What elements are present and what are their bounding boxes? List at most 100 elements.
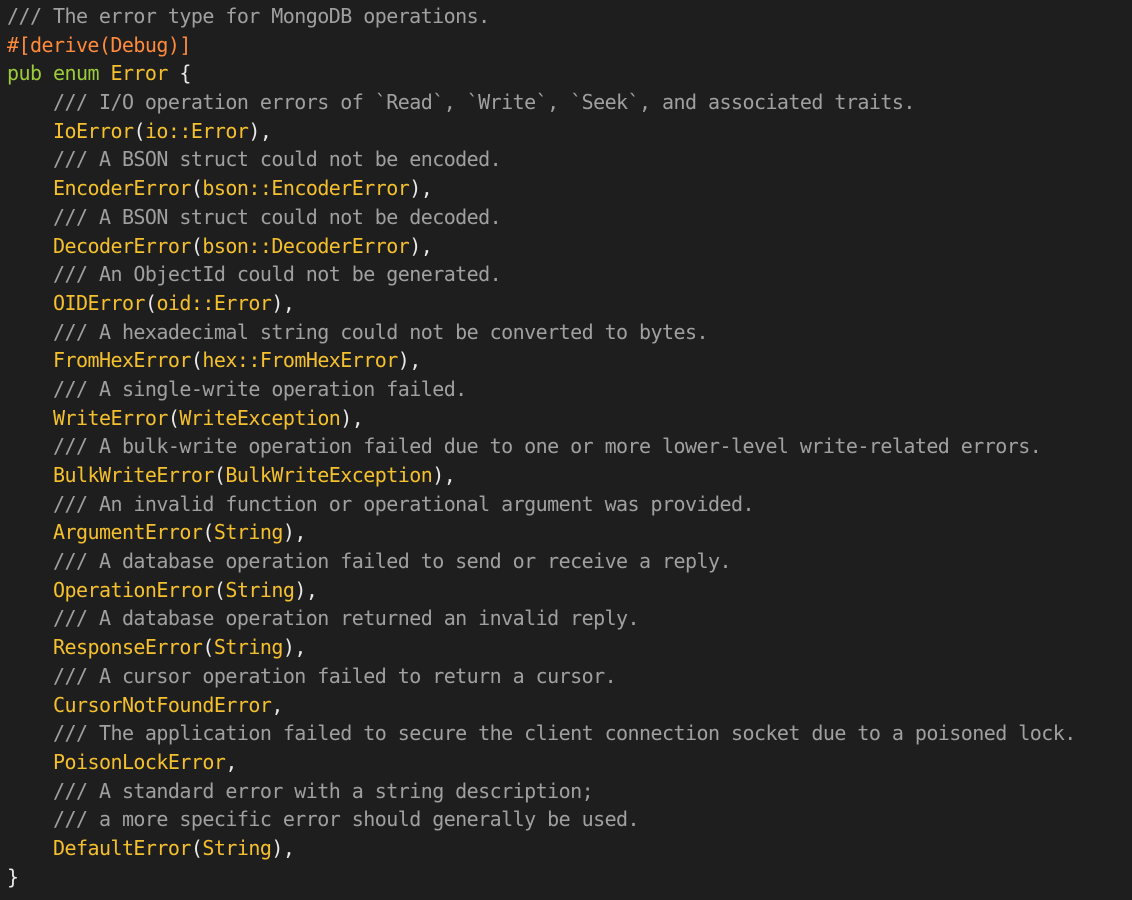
code-token-plain: ( [213,577,226,602]
code-line: ResponseError(String), [7,633,1132,662]
code-token-comment: /// A cursor operation failed to return … [53,663,617,688]
code-token-comment: /// A standard error with a string descr… [53,778,594,803]
code-token-type: FromHexError [53,348,191,373]
code-token-type: OIDError [53,290,145,315]
code-token-type: hex::FromHexError [202,348,398,373]
code-line: IoError(io::Error), [7,117,1132,146]
code-line: /// A standard error with a string descr… [7,777,1132,806]
code-line: /// An ObjectId could not be generated. [7,260,1132,289]
code-line: OIDError(oid::Error), [7,289,1132,318]
code-token-comment: /// The error type for MongoDB operation… [7,4,490,28]
code-token-type: bson::DecoderError [202,233,410,258]
code-token-plain: { [167,61,191,86]
code-token-plain: ( [190,233,203,258]
code-token-comment: /// A database operation failed to send … [53,549,732,574]
code-token-plain: ), [271,290,295,315]
code-token-plain: ( [213,463,226,487]
code-line: BulkWriteError(BulkWriteException), [7,461,1132,490]
code-token-type: oid::Error [156,290,272,315]
code-line: DecoderError(bson::DecoderError), [7,232,1132,261]
code-line: /// A database operation returned an inv… [7,604,1132,633]
code-token-comment: /// An invalid function or operational a… [53,491,755,516]
code-token-type: EncoderError [53,176,191,201]
code-token-comment: /// A hexadecimal string could not be co… [53,319,709,344]
code-token-plain: ( [202,635,214,660]
code-token-plain: ( [190,348,203,373]
code-line: /// A BSON struct could not be encoded. [7,145,1132,174]
code-token-plain: ), [409,233,433,258]
code-token-comment: /// A BSON struct could not be encoded. [53,147,502,172]
code-line: CursorNotFoundError, [7,691,1132,720]
code-token-type: String [225,577,295,602]
code-token-type: ArgumentError [53,520,203,545]
code-line: /// The application failed to secure the… [7,719,1132,748]
code-line: /// A hexadecimal string could not be co… [7,318,1132,347]
code-line: FromHexError(hex::FromHexError), [7,346,1132,375]
code-token-attr: #[derive(Debug)] [7,32,191,57]
code-line: } [7,863,1132,892]
code-token-plain: ( [190,176,203,201]
code-token-type: DefaultError [53,835,191,860]
code-token-comment: /// A BSON struct could not be decoded. [53,204,502,229]
code-token-type: IoError [53,118,134,143]
code-token-type: BulkWriteException [225,463,433,487]
code-token-plain: ), [294,577,318,602]
code-token-plain: ( [167,405,180,430]
code-token-type: BulkWriteError [53,463,214,487]
code-line: ArgumentError(String), [7,518,1132,547]
code-line: DefaultError(String), [7,834,1132,863]
code-token-plain: ( [202,520,214,545]
code-token-type: String [213,520,284,545]
code-token-plain: ), [409,176,433,201]
code-token-type: WriteError [53,405,168,430]
code-token-plain: ), [397,348,422,373]
code-token-type: String [213,635,284,660]
code-token-comment: /// a more specific error should general… [53,807,640,832]
code-token-type: String [202,835,272,860]
code-line: /// A cursor operation failed to return … [7,662,1132,691]
code-line: /// I/O operation errors of `Read`, `Wri… [7,88,1132,117]
code-token-comment: /// A single-write operation failed. [53,376,467,401]
code-token-plain: ( [133,118,145,143]
code-token-type: PoisonLockError [53,749,226,774]
code-token-type: WriteException [179,405,341,430]
code-token-comment: /// A bulk-write operation failed due to… [53,434,1042,459]
code-token-plain: ), [282,635,307,660]
code-line: WriteError(WriteException), [7,404,1132,433]
code-token-keyword: enum [52,61,100,86]
code-line: /// An invalid function or operational a… [7,490,1132,519]
code-token-type: DecoderError [53,233,191,258]
code-line: /// The error type for MongoDB operation… [7,2,1132,31]
code-token-plain: , [225,749,237,774]
code-token-plain: ), [340,405,364,430]
code-token-type: io::Error [144,118,249,143]
code-line: /// A single-write operation failed. [7,375,1132,404]
code-line: PoisonLockError, [7,748,1132,777]
code-line: OperationError(String), [7,576,1132,605]
code-token-type: ResponseError [53,635,203,660]
code-token-plain: ( [190,835,203,860]
code-line: /// A BSON struct could not be decoded. [7,203,1132,232]
code-token-plain: ), [432,463,456,487]
code-editor[interactable]: /// The error type for MongoDB operation… [0,0,1132,900]
code-token-keyword: pub [7,61,42,86]
code-token-plain: ), [282,520,307,545]
code-token-comment: /// The application failed to secure the… [53,721,1076,746]
code-line: #[derive(Debug)] [7,31,1132,60]
code-token-plain: ), [271,835,295,860]
code-token-type: OperationError [53,577,214,602]
code-token-plain: ( [144,290,157,315]
code-token-plain: ), [248,118,272,143]
code-token-type: CursorNotFoundError [53,692,272,717]
code-token-type: bson::EncoderError [202,176,410,201]
code-token-comment: /// An ObjectId could not be generated. [53,262,502,287]
code-token-comment: /// I/O operation errors of `Read`, `Wri… [53,90,915,115]
code-line: EncoderError(bson::EncoderError), [7,174,1132,203]
code-token-type: Error [110,61,168,86]
code-line: /// a more specific error should general… [7,805,1132,834]
code-token-plain: } [7,864,19,889]
code-token-plain: , [271,692,283,717]
code-line: /// A bulk-write operation failed due to… [7,432,1132,461]
